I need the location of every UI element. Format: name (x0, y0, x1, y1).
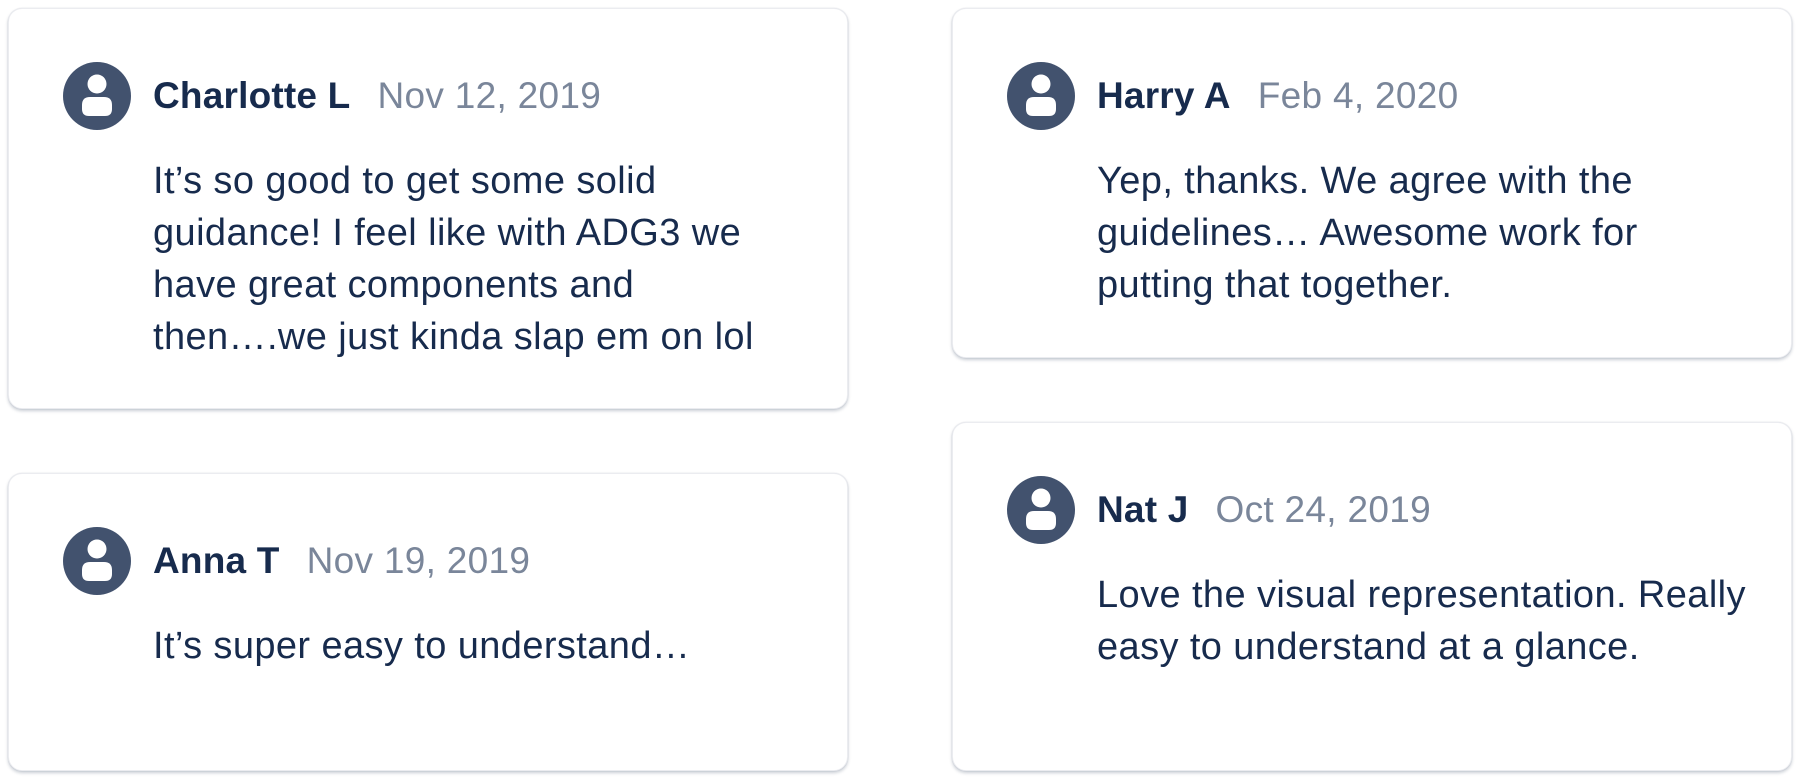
comment-text: It’s so good to get some solid guidance!… (153, 160, 754, 358)
user-avatar-icon[interactable] (1007, 62, 1075, 130)
comment-card: Harry A Feb 4, 2020 Yep, thanks. We agre… (952, 8, 1792, 358)
comment-card: Nat J Oct 24, 2019 Love the visual repre… (952, 422, 1792, 771)
comment-card: Charlotte L Nov 12, 2019 It’s so good to… (8, 8, 848, 409)
comment-card: Anna T Nov 19, 2019 It’s super easy to u… (8, 473, 848, 771)
comment-header: Charlotte L Nov 12, 2019 (63, 62, 601, 130)
comment-date: Feb 4, 2020 (1257, 75, 1459, 116)
comment-text: Love the visual representation. Really e… (1097, 574, 1746, 668)
author-name[interactable]: Nat J (1097, 489, 1188, 531)
comment-header: Harry A Feb 4, 2020 (1007, 62, 1459, 130)
user-avatar-icon[interactable] (1007, 476, 1075, 544)
comment-date: Oct 24, 2019 (1215, 489, 1431, 530)
author-name[interactable]: Anna T (153, 540, 280, 582)
comment-header: Nat J Oct 24, 2019 (1007, 476, 1431, 544)
author-name[interactable]: Charlotte L (153, 75, 350, 117)
comment-date: Nov 12, 2019 (377, 75, 602, 116)
comment-text: Yep, thanks. We agree with the guideline… (1097, 160, 1638, 306)
author-name[interactable]: Harry A (1097, 75, 1231, 117)
comment-text: It’s super easy to understand… (153, 625, 691, 667)
user-avatar-icon[interactable] (63, 527, 131, 595)
comment-header: Anna T Nov 19, 2019 (63, 527, 530, 595)
comment-date: Nov 19, 2019 (306, 540, 531, 581)
user-avatar-icon[interactable] (63, 62, 131, 130)
